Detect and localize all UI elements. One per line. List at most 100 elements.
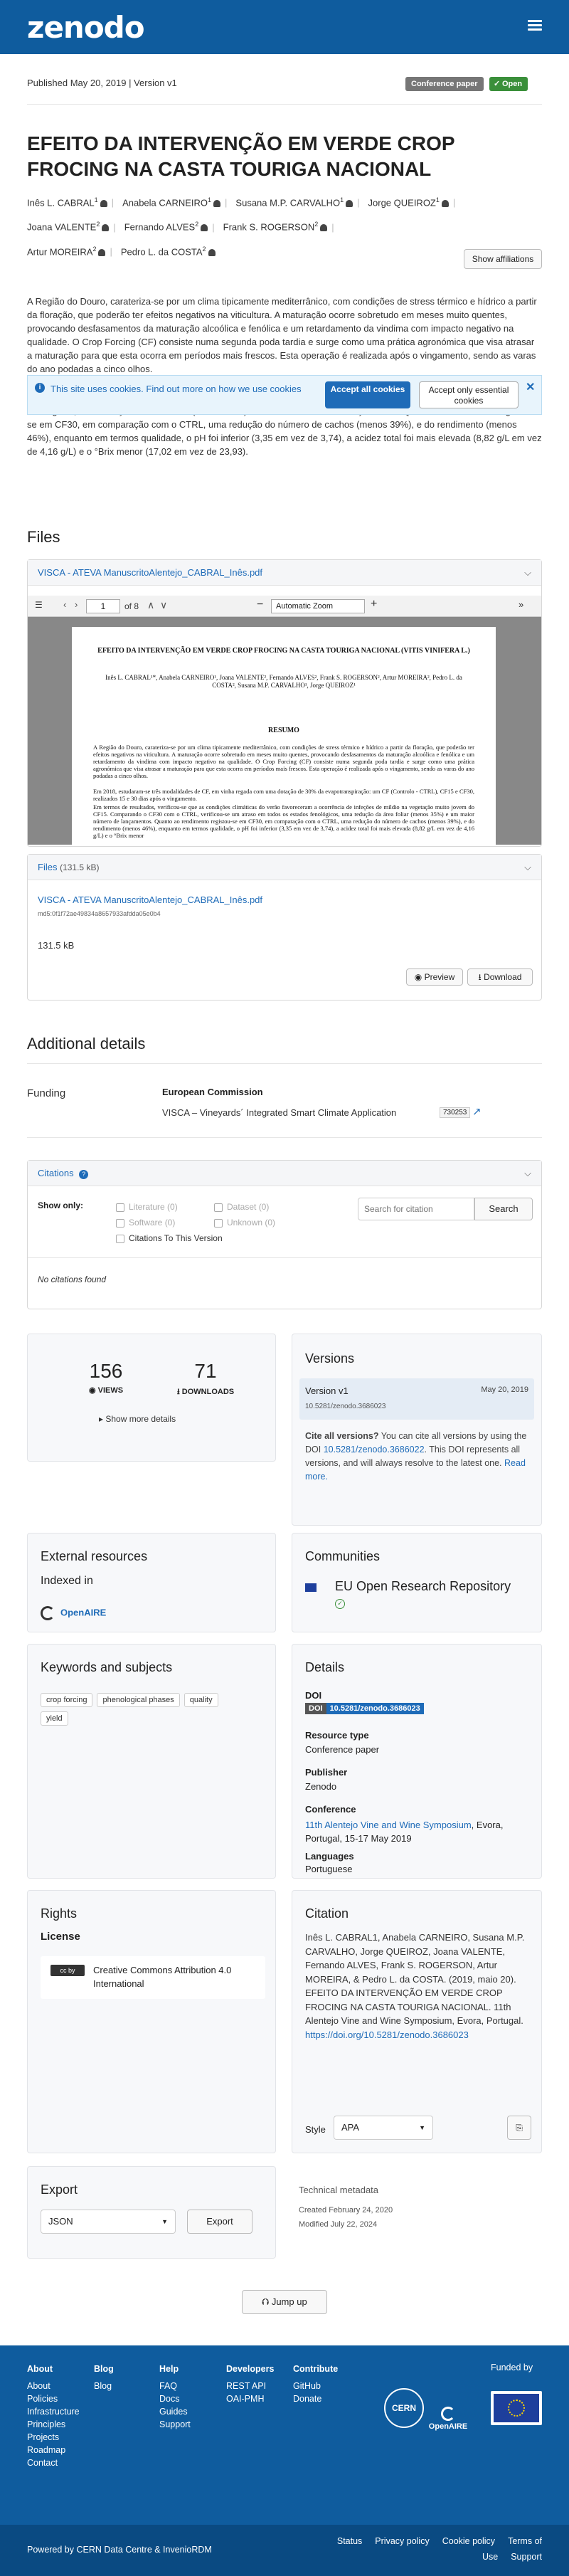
- copy-citation-button[interactable]: ⎘: [507, 2116, 531, 2140]
- citations-title[interactable]: Citations: [38, 1168, 74, 1178]
- license-name[interactable]: Creative Commons Attribution 4.0 Interna…: [93, 1963, 257, 1990]
- page-number-input[interactable]: 1: [86, 599, 120, 613]
- citation-search-button[interactable]: Search: [474, 1198, 533, 1220]
- accept-all-cookies-button[interactable]: Accept all cookies: [325, 381, 410, 408]
- footer-link[interactable]: Guides: [159, 2405, 191, 2418]
- footer-link[interactable]: Roadmap: [27, 2444, 80, 2456]
- footer-link[interactable]: Donate: [293, 2392, 338, 2405]
- pdf-viewer[interactable]: ☰ ‹ › 1 of 8 ∧ ∨ − Automatic Zoom + » EF…: [28, 596, 541, 845]
- author[interactable]: Anabela CARNEIRO1 |: [122, 189, 231, 213]
- files-list-header[interactable]: Files (131.5 kB) ⌵: [28, 855, 541, 880]
- filter-this-version[interactable]: Citations To This Version: [116, 1233, 223, 1243]
- files-list-title[interactable]: Files: [38, 862, 57, 872]
- author-name[interactable]: Artur MOREIRA: [27, 246, 92, 257]
- citations-header[interactable]: Citations ? ⌵: [28, 1161, 541, 1186]
- citation-search-input[interactable]: [358, 1198, 474, 1220]
- cern-logo[interactable]: CERN: [384, 2388, 424, 2428]
- page-up-icon[interactable]: ∧: [147, 599, 154, 611]
- more-tools-icon[interactable]: »: [519, 599, 523, 610]
- author-name[interactable]: Pedro L. da COSTA: [121, 246, 203, 257]
- show-more-details[interactable]: ▸ Show more details: [99, 1414, 176, 1424]
- preview-file-name[interactable]: VISCA - ATEVA ManuscritoAlentejo_CABRAL_…: [38, 567, 262, 578]
- footer-bottom-link[interactable]: Privacy policy: [375, 2536, 429, 2546]
- cookie-text[interactable]: This site uses cookies. Find out more on…: [50, 382, 307, 396]
- footer-link[interactable]: OAI-PMH: [226, 2392, 274, 2405]
- next-page-icon[interactable]: ›: [75, 599, 78, 610]
- footer-link[interactable]: Projects: [27, 2431, 80, 2444]
- author-name[interactable]: Jorge QUEIROZ: [368, 197, 436, 208]
- filter-dataset[interactable]: Dataset (0): [214, 1202, 269, 1212]
- author-name[interactable]: Joana VALENTE: [27, 222, 96, 233]
- export-button[interactable]: Export: [187, 2210, 252, 2234]
- filter-software[interactable]: Software (0): [116, 1218, 175, 1228]
- version-label[interactable]: Version v1: [305, 1385, 349, 1396]
- sidebar-toggle-icon[interactable]: ☰: [35, 600, 43, 610]
- author[interactable]: Joana VALENTE2 |: [27, 213, 120, 238]
- zoom-out-icon[interactable]: −: [257, 598, 263, 611]
- author[interactable]: Jorge QUEIROZ1 |: [368, 189, 460, 213]
- footer-link[interactable]: FAQ: [159, 2380, 191, 2392]
- keyword-tag[interactable]: yield: [41, 1711, 68, 1726]
- preview-button[interactable]: ◉ Preview: [406, 968, 463, 986]
- footer-link[interactable]: Infrastructure: [27, 2405, 80, 2418]
- current-version-row[interactable]: Version v1 May 20, 2019 10.5281/zenodo.3…: [299, 1378, 534, 1420]
- footer-link[interactable]: About: [27, 2380, 80, 2392]
- show-affiliations-button[interactable]: Show affiliations: [464, 249, 542, 269]
- license-row[interactable]: cc by Creative Commons Attribution 4.0 I…: [41, 1956, 265, 1999]
- prev-page-icon[interactable]: ‹: [63, 599, 66, 610]
- keyword-tag[interactable]: phenological phases: [97, 1693, 180, 1707]
- external-link-icon[interactable]: ↗: [472, 1105, 482, 1118]
- community-name[interactable]: EU Open Research Repository: [335, 1579, 511, 1594]
- concept-doi-link[interactable]: 10.5281/zenodo.3686022: [324, 1445, 425, 1455]
- openaire-link[interactable]: OpenAIRE: [41, 1606, 106, 1620]
- author-name[interactable]: Frank S. ROGERSON: [223, 222, 315, 233]
- author-name[interactable]: Fernando ALVES: [124, 222, 196, 233]
- footer-bottom-link[interactable]: Cookie policy: [442, 2536, 495, 2546]
- citation-style-select[interactable]: APA ▼: [334, 2116, 433, 2140]
- footer-link[interactable]: Support: [159, 2418, 191, 2431]
- author-name[interactable]: Inês L. CABRAL: [27, 197, 95, 208]
- footer-link[interactable]: Blog: [94, 2380, 114, 2392]
- footer-link[interactable]: Principles: [27, 2418, 80, 2431]
- keyword-tag[interactable]: quality: [184, 1693, 218, 1707]
- keyword-tag[interactable]: crop forcing: [41, 1693, 93, 1707]
- accept-essential-cookies-button[interactable]: Accept only essential cookies: [419, 381, 519, 408]
- citation-doi-link[interactable]: https://doi.org/10.5281/zenodo.3686023: [305, 2029, 469, 2040]
- help-icon[interactable]: ?: [79, 1170, 89, 1179]
- technical-metadata-heading: Technical metadata: [299, 2185, 379, 2195]
- file-preview-header[interactable]: VISCA - ATEVA ManuscritoAlentejo_CABRAL_…: [28, 560, 541, 586]
- jump-up-button[interactable]: ⮉ Jump up: [242, 2290, 327, 2314]
- author-name[interactable]: Susana M.P. CARVALHO: [235, 197, 340, 208]
- footer-link[interactable]: Policies: [27, 2392, 80, 2405]
- author[interactable]: Susana M.P. CARVALHO1 |: [235, 189, 363, 213]
- close-icon[interactable]: ✕: [526, 380, 535, 394]
- author[interactable]: Pedro L. da COSTA2: [121, 238, 216, 263]
- footer-bottom-link[interactable]: Support: [511, 2552, 542, 2562]
- author-name[interactable]: Anabela CARNEIRO: [122, 197, 208, 208]
- openaire-logo[interactable]: OpenAIRE: [427, 2407, 469, 2431]
- export-format-select[interactable]: JSON ▼: [41, 2210, 176, 2234]
- footer-bottom-link[interactable]: Status: [337, 2536, 362, 2546]
- author[interactable]: Artur MOREIRA2 |: [27, 238, 117, 263]
- download-button[interactable]: ⭳ Download: [467, 968, 533, 986]
- zenodo-logo[interactable]: zenodo: [27, 10, 145, 45]
- zoom-select[interactable]: Automatic Zoom: [271, 599, 365, 613]
- chevron-down-icon[interactable]: ⌵: [524, 1161, 531, 1186]
- author[interactable]: Fernando ALVES2 |: [124, 213, 219, 238]
- doi-badge[interactable]: DOI 10.5281/zenodo.3686023: [305, 1703, 424, 1714]
- zoom-in-icon[interactable]: +: [371, 598, 377, 611]
- footer-link[interactable]: Contact: [27, 2456, 80, 2469]
- footer-link[interactable]: Docs: [159, 2392, 191, 2405]
- author[interactable]: Frank S. ROGERSON2 |: [223, 213, 339, 238]
- chevron-down-icon[interactable]: ⌵: [524, 855, 531, 880]
- footer-link[interactable]: REST API: [226, 2380, 274, 2392]
- author[interactable]: Inês L. CABRAL1 |: [27, 189, 118, 213]
- conference-link[interactable]: 11th Alentejo Vine and Wine Symposium: [305, 1820, 472, 1830]
- chevron-down-icon[interactable]: ⌵: [524, 560, 531, 586]
- page-down-icon[interactable]: ∨: [160, 599, 167, 611]
- menu-icon[interactable]: [528, 20, 542, 31]
- filter-literature[interactable]: Literature (0): [116, 1202, 178, 1212]
- footer-link[interactable]: GitHub: [293, 2380, 338, 2392]
- file-link[interactable]: VISCA - ATEVA ManuscritoAlentejo_CABRAL_…: [38, 894, 262, 905]
- filter-unknown[interactable]: Unknown (0): [214, 1218, 275, 1228]
